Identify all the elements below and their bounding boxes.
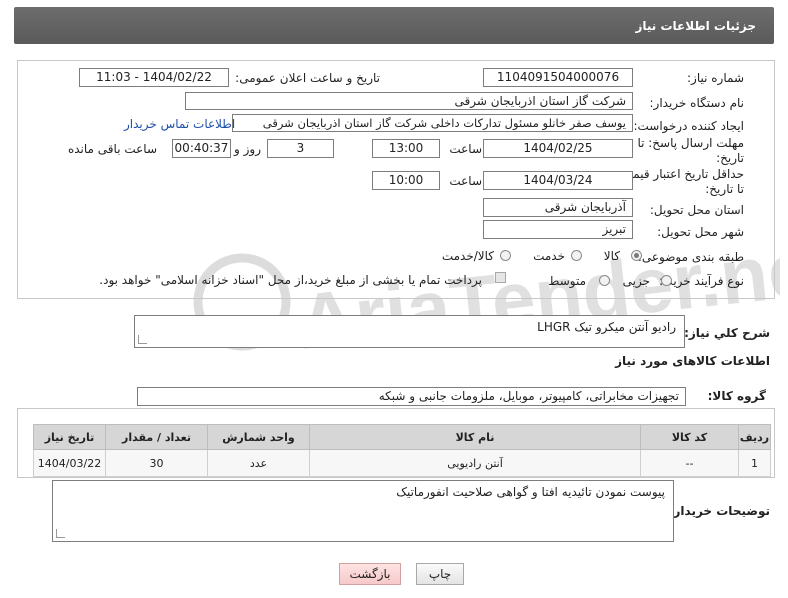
description-text: رادیو آنتن میکرو تیک LHGR [537, 320, 676, 334]
col-item-name: نام کالا [309, 424, 641, 450]
process-option-medium: متوسط [548, 274, 586, 288]
delivery-province-field: آذربایجان شرقی [483, 198, 633, 217]
remaining-time-label: ساعت باقی مانده [67, 142, 157, 156]
buyer-notes-label: توضیحات خریدار: [668, 504, 770, 518]
days-label: روز و [234, 142, 261, 156]
category-radio-goods-service[interactable] [500, 250, 511, 261]
price-validity-time-label: ساعت [449, 174, 482, 188]
delivery-province-label: استان محل تحویل: [649, 203, 744, 217]
col-need-date: تاریخ نیاز [33, 424, 106, 450]
need-number-field: 1104091504000076 [483, 68, 633, 87]
buyer-org-label: نام دستگاه خریدار: [649, 96, 745, 110]
buyer-org-field: شرکت گاز استان اذربایجان شرقی [185, 92, 633, 110]
print-button[interactable]: چاپ [416, 563, 464, 585]
category-radio-goods[interactable] [631, 250, 642, 261]
col-quantity: تعداد / مقدار [105, 424, 208, 450]
description-textarea: رادیو آنتن میکرو تیک LHGR [134, 315, 685, 348]
remaining-time-field: 00:40:37 [172, 139, 231, 158]
goods-group-label: گروه کالا: [707, 389, 766, 403]
response-time-label: ساعت [449, 142, 482, 156]
resize-grip-icon [138, 335, 147, 344]
price-validity-label: حداقل تاریخ اعتبار قیمت: [617, 167, 744, 181]
process-radio-medium[interactable] [599, 275, 610, 286]
need-number-label: شماره نیاز: [687, 71, 744, 85]
col-row-number: ردیف [738, 424, 771, 450]
table-row: 1 -- آنتن رادیویی عدد 30 1404/03/22 [33, 449, 771, 477]
buyer-notes-textarea: پیوست نمودن تائیدیه افتا و گواهی صلاحیت … [52, 480, 674, 542]
price-validity-label-2: تا تاریخ: [705, 182, 744, 196]
category-label: طبقه بندی موضوعی: [637, 250, 744, 264]
page-title: جزئیات اطلاعات نیاز [635, 19, 756, 33]
category-option-goods-service: کالا/خدمت [441, 249, 494, 263]
price-validity-time-field: 10:00 [372, 171, 440, 190]
response-deadline-label: مهلت ارسال پاسخ: تا [637, 136, 744, 150]
announce-datetime-field: 1404/02/22 - 11:03 [79, 68, 229, 87]
cell-unit: عدد [207, 449, 310, 477]
description-label: شرح کلي نياز: [684, 326, 770, 340]
response-time-field: 13:00 [372, 139, 440, 158]
cell-row-number: 1 [738, 449, 771, 477]
cell-item-code: -- [640, 449, 739, 477]
treasury-payment-note: پرداخت تمام یا بخشی از مبلغ خرید،از محل … [99, 273, 482, 287]
resize-grip-icon [56, 529, 65, 538]
process-option-minor: جزیی [622, 274, 650, 288]
treasury-payment-checkbox[interactable] [495, 272, 506, 283]
category-option-goods: کالا [603, 249, 620, 263]
goods-section-title: اطلاعات کالاهای مورد نیاز [615, 354, 770, 368]
page-header: جزئیات اطلاعات نیاز [14, 7, 774, 44]
back-button[interactable]: بازگشت [339, 563, 401, 585]
cell-item-name: آنتن رادیویی [309, 449, 641, 477]
col-item-code: کد کالا [640, 424, 739, 450]
response-date-field: 1404/02/25 [483, 139, 633, 158]
price-validity-date-field: 1404/03/24 [483, 171, 633, 190]
requester-label: ایجاد کننده درخواست: [633, 119, 744, 133]
process-radio-minor[interactable] [661, 275, 672, 286]
col-unit: واحد شمارش [207, 424, 310, 450]
items-table-header: ردیف کد کالا نام کالا واحد شمارش تعداد /… [33, 424, 771, 450]
category-option-service: خدمت [533, 249, 565, 263]
goods-group-field: تجهیزات مخابراتی، کامپیوتر، موبایل، ملزو… [137, 387, 686, 406]
delivery-city-field: تبریز [483, 220, 633, 239]
items-table: ردیف کد کالا نام کالا واحد شمارش تعداد /… [33, 424, 771, 477]
cell-need-date: 1404/03/22 [33, 449, 106, 477]
category-radio-service[interactable] [571, 250, 582, 261]
announce-datetime-label: تاریخ و ساعت اعلان عمومی: [235, 71, 380, 85]
response-deadline-label-2: تاریخ: [716, 151, 744, 165]
cell-quantity: 30 [105, 449, 208, 477]
delivery-city-label: شهر محل تحویل: [657, 225, 744, 239]
buyer-contact-link[interactable]: اطلاعات تماس خریدار [124, 117, 235, 131]
buyer-notes-text: پیوست نمودن تائیدیه افتا و گواهی صلاحیت … [396, 485, 665, 499]
requester-field: یوسف صفر خانلو مسئول تدارکات داخلی شرکت … [232, 114, 633, 132]
remaining-days-field: 3 [267, 139, 334, 158]
